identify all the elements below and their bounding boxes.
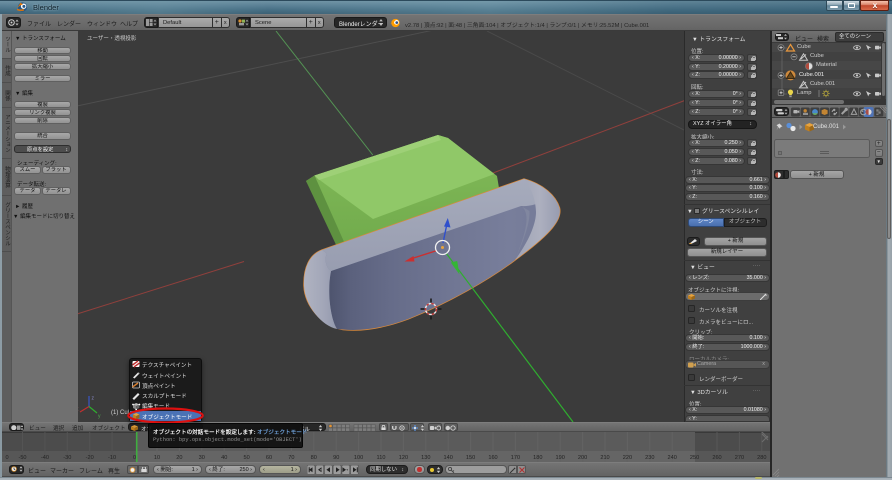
svg-text:y: y	[98, 414, 101, 420]
svg-text:20: 20	[176, 455, 182, 461]
svg-text:30: 30	[199, 455, 205, 461]
svg-text:ユーザー・透視投影: ユーザー・透視投影	[87, 34, 137, 42]
svg-text:110: 110	[377, 455, 386, 461]
svg-text:-10: -10	[108, 455, 116, 461]
svg-text:60: 60	[266, 455, 272, 461]
svg-text:220: 220	[623, 455, 632, 461]
svg-text:-40: -40	[41, 455, 49, 461]
svg-text:180: 180	[533, 455, 542, 461]
svg-text:-20: -20	[86, 455, 94, 461]
svg-text:-30: -30	[63, 455, 71, 461]
svg-text:100: 100	[354, 455, 363, 461]
svg-text:270: 270	[735, 455, 744, 461]
svg-text:260: 260	[712, 455, 721, 461]
svg-text:130: 130	[421, 455, 430, 461]
svg-text:240: 240	[668, 455, 677, 461]
svg-text:90: 90	[333, 455, 339, 461]
svg-text:z: z	[92, 396, 95, 402]
svg-text:10: 10	[154, 455, 160, 461]
svg-text:-50: -50	[18, 455, 26, 461]
svg-text:190: 190	[556, 455, 565, 461]
svg-text:80: 80	[311, 455, 317, 461]
svg-text:160: 160	[488, 455, 497, 461]
svg-text:140: 140	[444, 455, 453, 461]
svg-text:40: 40	[221, 455, 227, 461]
svg-text:200: 200	[578, 455, 587, 461]
svg-text:150: 150	[466, 455, 475, 461]
svg-text:0: 0	[5, 455, 8, 461]
svg-text:120: 120	[399, 455, 408, 461]
svg-text:0: 0	[133, 455, 136, 461]
svg-text:280: 280	[757, 455, 766, 461]
svg-text:70: 70	[288, 455, 294, 461]
svg-text:250: 250	[690, 455, 699, 461]
svg-text:50: 50	[243, 455, 249, 461]
svg-text:170: 170	[511, 455, 520, 461]
svg-text:230: 230	[645, 455, 654, 461]
svg-text:210: 210	[600, 455, 609, 461]
